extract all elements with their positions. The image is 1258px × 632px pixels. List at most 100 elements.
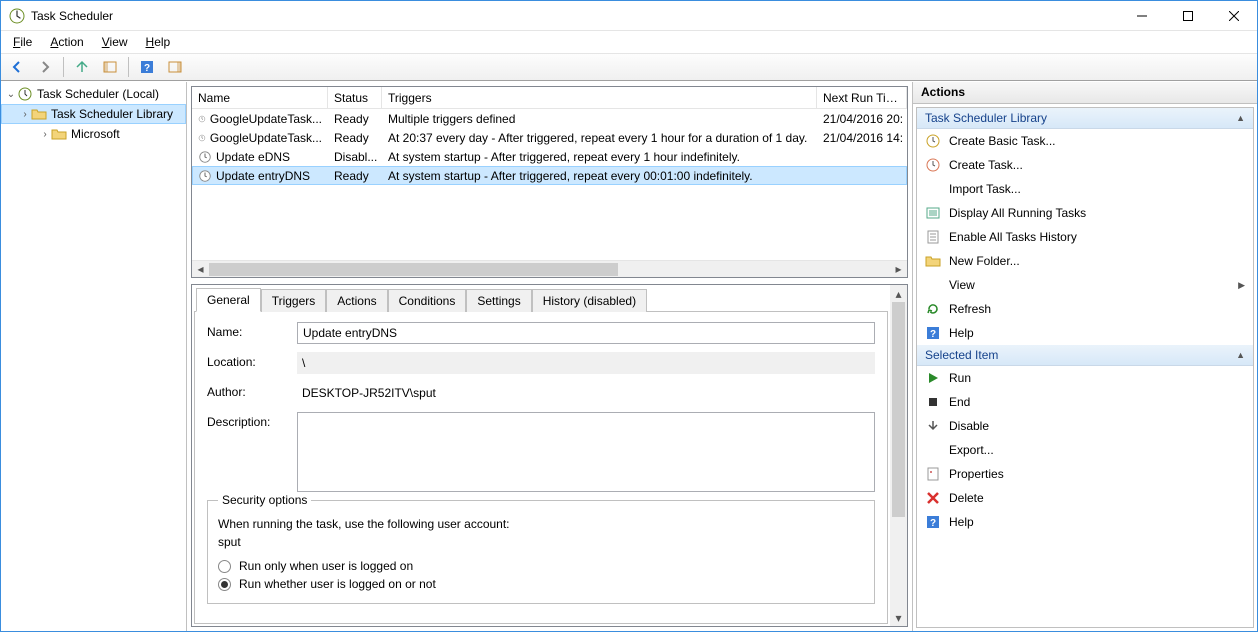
task-row[interactable]: GoogleUpdateTask... Ready At 20:37 every… (192, 128, 907, 147)
forward-button[interactable] (33, 55, 57, 79)
menu-action[interactable]: Action (42, 33, 91, 51)
action-delete[interactable]: Delete (917, 486, 1253, 510)
author-label: Author: (207, 382, 297, 399)
security-options-fieldset: Security options When running the task, … (207, 500, 875, 604)
description-label: Description: (207, 412, 297, 429)
author-value: DESKTOP-JR52ITV\sput (297, 382, 875, 404)
close-button[interactable] (1211, 1, 1257, 30)
action-create-basic-task[interactable]: Create Basic Task... (917, 129, 1253, 153)
window: Task Scheduler File Action View Help ? (0, 0, 1258, 632)
tab-content-general: Name: Update entryDNS Location: \ Author… (194, 311, 888, 624)
scroll-left-icon[interactable]: ◂ (192, 261, 209, 278)
app-clock-icon (9, 8, 25, 24)
tree-microsoft[interactable]: › Microsoft (1, 124, 186, 144)
location-value: \ (297, 352, 875, 374)
tab-settings[interactable]: Settings (466, 289, 531, 312)
radio-logged-on[interactable]: Run only when user is logged on (218, 559, 864, 573)
run-icon (925, 370, 941, 386)
action-help[interactable]: ?Help (917, 321, 1253, 345)
show-hide-console-button[interactable] (98, 55, 122, 79)
action-new-folder[interactable]: New Folder... (917, 249, 1253, 273)
radio-icon (218, 560, 231, 573)
task-row[interactable]: Update entryDNS Ready At system startup … (192, 166, 907, 185)
action-view[interactable]: View▶ (917, 273, 1253, 297)
section-library[interactable]: Task Scheduler Library ▲ (917, 108, 1253, 129)
section-library-items: Create Basic Task... Create Task... Impo… (917, 129, 1253, 345)
tree-library[interactable]: › Task Scheduler Library (1, 104, 186, 124)
clock-icon (17, 86, 33, 102)
name-label: Name: (207, 322, 297, 339)
action-create-task[interactable]: Create Task... (917, 153, 1253, 177)
action-run[interactable]: Run (917, 366, 1253, 390)
menu-view[interactable]: View (94, 33, 136, 51)
toolbar: ? (1, 53, 1257, 81)
expand-icon[interactable]: ⌄ (5, 89, 17, 100)
account-value: sput (218, 535, 864, 555)
submenu-icon: ▶ (1238, 280, 1245, 291)
action-import-task[interactable]: Import Task... (917, 177, 1253, 201)
end-icon (925, 394, 941, 410)
scroll-up-icon[interactable]: ▴ (890, 285, 907, 302)
scroll-down-icon[interactable]: ▾ (890, 609, 907, 626)
column-name[interactable]: Name (192, 87, 328, 108)
action-refresh[interactable]: Refresh (917, 297, 1253, 321)
task-row[interactable]: Update eDNS Disabl... At system startup … (192, 147, 907, 166)
collapse-icon[interactable]: ▲ (1236, 350, 1245, 360)
tab-history[interactable]: History (disabled) (532, 289, 647, 312)
column-status[interactable]: Status (328, 87, 382, 108)
tab-strip: General Triggers Actions Conditions Sett… (194, 287, 888, 311)
scroll-thumb[interactable] (209, 263, 618, 276)
name-input[interactable]: Update entryDNS (297, 322, 875, 344)
show-hide-action-pane-button[interactable] (163, 55, 187, 79)
action-help-2[interactable]: ?Help (917, 510, 1253, 534)
tab-triggers[interactable]: Triggers (261, 289, 327, 312)
section-selected[interactable]: Selected Item ▲ (917, 345, 1253, 366)
expand-icon[interactable]: › (19, 109, 31, 120)
expand-icon[interactable]: › (39, 129, 51, 140)
action-enable-history[interactable]: Enable All Tasks History (917, 225, 1253, 249)
svg-text:?: ? (930, 518, 936, 529)
help-button[interactable]: ? (135, 55, 159, 79)
scroll-right-icon[interactable]: ▸ (890, 261, 907, 278)
scroll-thumb[interactable] (892, 302, 905, 517)
action-end[interactable]: End (917, 390, 1253, 414)
action-display-running[interactable]: Display All Running Tasks (917, 201, 1253, 225)
tree-pane[interactable]: ⌄ Task Scheduler (Local) › Task Schedule… (1, 82, 187, 631)
list-body[interactable]: GoogleUpdateTask... Ready Multiple trigg… (192, 109, 907, 260)
help-icon: ? (925, 514, 941, 530)
actions-body: Task Scheduler Library ▲ Create Basic Ta… (916, 107, 1254, 628)
task-icon (198, 131, 206, 145)
display-running-icon (925, 205, 941, 221)
minimize-button[interactable] (1119, 1, 1165, 30)
refresh-icon (925, 301, 941, 317)
task-icon (198, 169, 212, 183)
radio-logged-or-not[interactable]: Run whether user is logged on or not (218, 577, 864, 591)
back-button[interactable] (5, 55, 29, 79)
delete-icon (925, 490, 941, 506)
column-next-run[interactable]: Next Run Time (817, 87, 907, 108)
task-row[interactable]: GoogleUpdateTask... Ready Multiple trigg… (192, 109, 907, 128)
enable-history-icon (925, 229, 941, 245)
column-triggers[interactable]: Triggers (382, 87, 817, 108)
description-input[interactable] (297, 412, 875, 492)
titlebar: Task Scheduler (1, 1, 1257, 31)
folder-icon (31, 106, 47, 122)
tree-root[interactable]: ⌄ Task Scheduler (Local) (1, 84, 186, 104)
action-export[interactable]: Export... (917, 438, 1253, 462)
menu-file[interactable]: File (5, 33, 40, 51)
vertical-scrollbar[interactable]: ▴ ▾ (890, 285, 907, 626)
maximize-button[interactable] (1165, 1, 1211, 30)
toolbar-separator (128, 57, 129, 77)
tab-general[interactable]: General (196, 288, 261, 312)
action-disable[interactable]: Disable (917, 414, 1253, 438)
tab-actions[interactable]: Actions (326, 289, 387, 312)
menu-help[interactable]: Help (138, 33, 179, 51)
horizontal-scrollbar[interactable]: ◂ ▸ (192, 260, 907, 277)
action-properties[interactable]: Properties (917, 462, 1253, 486)
tab-conditions[interactable]: Conditions (388, 289, 467, 312)
collapse-icon[interactable]: ▲ (1236, 113, 1245, 123)
security-hint: When running the task, use the following… (218, 517, 864, 531)
tree-library-label: Task Scheduler Library (51, 107, 173, 121)
up-button[interactable] (70, 55, 94, 79)
svg-text:?: ? (930, 329, 936, 340)
